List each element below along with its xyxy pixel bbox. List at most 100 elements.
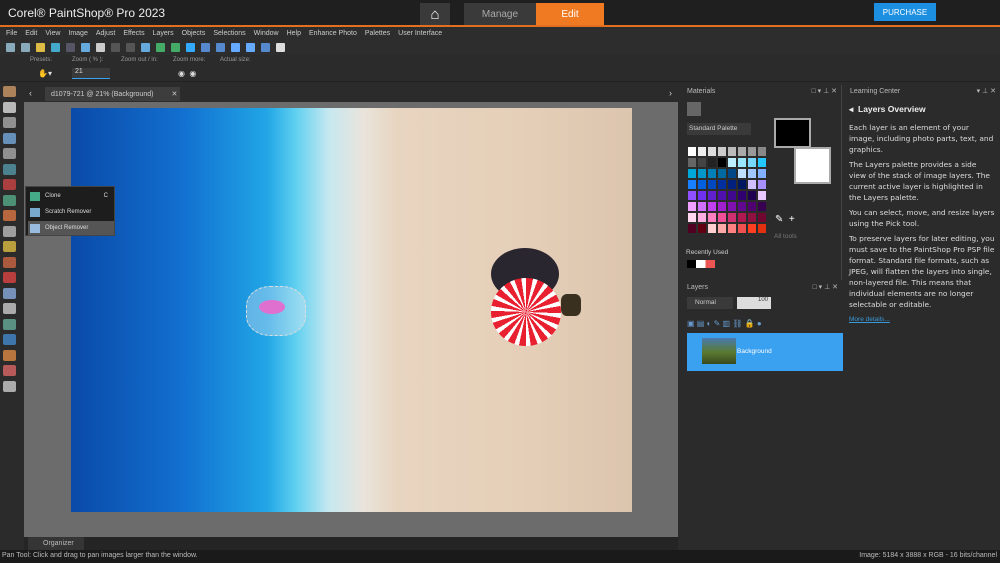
toolbar-button[interactable] — [201, 42, 210, 52]
tool-button[interactable] — [3, 380, 16, 392]
color-swatch[interactable] — [707, 179, 717, 190]
zoom-input[interactable]: 21 — [72, 68, 110, 79]
menu-item[interactable]: Help — [287, 30, 301, 37]
tool-button[interactable] — [3, 194, 16, 206]
tool-button[interactable] — [3, 132, 16, 144]
toolbar-button[interactable] — [261, 42, 270, 52]
color-swatch[interactable] — [687, 179, 697, 190]
color-swatch[interactable] — [737, 223, 747, 234]
home-button[interactable]: ⌂ — [420, 3, 450, 25]
color-swatch[interactable] — [757, 179, 767, 190]
color-swatch[interactable] — [757, 201, 767, 212]
color-swatch[interactable] — [727, 157, 737, 168]
color-swatch[interactable] — [737, 212, 747, 223]
foreground-color[interactable] — [774, 118, 811, 148]
color-swatch[interactable] — [747, 201, 757, 212]
color-swatch[interactable] — [757, 223, 767, 234]
color-swatch[interactable] — [727, 190, 737, 201]
color-swatch[interactable] — [697, 146, 707, 157]
color-swatch[interactable] — [717, 168, 727, 179]
color-swatch[interactable] — [697, 179, 707, 190]
color-swatch[interactable] — [717, 179, 727, 190]
color-swatch[interactable] — [717, 190, 727, 201]
tool-button[interactable] — [3, 256, 16, 268]
color-swatch[interactable] — [707, 201, 717, 212]
toolbar-button[interactable] — [216, 42, 225, 52]
color-swatch[interactable] — [707, 168, 717, 179]
palette-controls[interactable]: ▾ ⊥ ✕ — [977, 87, 996, 95]
tool-button[interactable] — [3, 303, 16, 314]
back-icon[interactable]: ◂ — [849, 104, 858, 114]
color-swatch[interactable] — [707, 223, 717, 234]
color-swatch[interactable] — [747, 168, 757, 179]
tool-button[interactable] — [3, 86, 16, 97]
color-swatch[interactable] — [687, 201, 697, 212]
toolbar-button[interactable] — [231, 42, 240, 52]
color-swatch[interactable] — [757, 190, 767, 201]
color-swatch[interactable] — [697, 201, 707, 212]
swatches-tab-icon[interactable] — [687, 102, 701, 116]
color-swatch[interactable] — [727, 179, 737, 190]
tab-edit[interactable]: Edit — [536, 3, 604, 25]
menu-item[interactable]: Selections — [213, 30, 245, 37]
menu-item[interactable]: User Interface — [398, 30, 442, 37]
toolbar-button[interactable] — [156, 42, 165, 52]
color-swatch[interactable] — [697, 168, 707, 179]
toolbar-button[interactable] — [276, 42, 285, 52]
tool-button[interactable] — [3, 148, 16, 159]
toolbar-button[interactable] — [81, 42, 90, 52]
flyout-item-object-remover[interactable]: Object Remover — [28, 221, 114, 235]
color-swatch[interactable] — [687, 190, 697, 201]
flyout-item-scratch-remover[interactable]: Scratch Remover — [28, 205, 114, 219]
beach-photo[interactable] — [71, 108, 632, 512]
color-swatch[interactable] — [757, 212, 767, 223]
palette-controls[interactable]: □ ▾ ⊥ ✕ — [812, 283, 838, 291]
color-swatch[interactable] — [707, 146, 717, 157]
color-swatch[interactable] — [717, 157, 727, 168]
color-swatch[interactable] — [687, 146, 697, 157]
blend-mode-select[interactable]: Normal — [687, 297, 733, 309]
color-swatch[interactable] — [717, 146, 727, 157]
tool-button[interactable] — [3, 272, 16, 283]
recent-colors[interactable] — [687, 260, 715, 268]
toolbar-button[interactable] — [36, 42, 45, 52]
toolbar-button[interactable] — [126, 42, 135, 52]
color-swatch[interactable] — [727, 212, 737, 223]
color-swatch[interactable] — [707, 212, 717, 223]
color-swatch[interactable] — [757, 146, 767, 157]
layer-tools-icons[interactable]: ▣ ▤ ◐ ✎ ▥ ⛓ 🔒 ● — [687, 319, 762, 328]
menu-item[interactable]: Palettes — [365, 30, 390, 37]
menu-item[interactable]: Adjust — [96, 30, 115, 37]
menu-item[interactable]: Objects — [182, 30, 206, 37]
toolbar-button[interactable] — [66, 42, 75, 52]
menu-item[interactable]: Edit — [25, 30, 37, 37]
color-swatch[interactable] — [687, 157, 697, 168]
color-swatch[interactable] — [747, 190, 757, 201]
color-swatch[interactable] — [727, 168, 737, 179]
background-color[interactable] — [794, 147, 831, 184]
color-swatch[interactable] — [737, 168, 747, 179]
flyout-item-clone[interactable]: Clone C — [28, 189, 114, 203]
color-swatches[interactable] — [687, 146, 767, 234]
color-swatch[interactable] — [737, 190, 747, 201]
color-swatch[interactable] — [697, 190, 707, 201]
palette-select[interactable]: Standard Palette — [687, 123, 751, 135]
menu-item[interactable]: Effects — [123, 30, 144, 37]
tool-button[interactable] — [3, 365, 16, 376]
palette-controls[interactable]: □ ▾ ⊥ ✕ — [811, 87, 837, 95]
toolbar-button[interactable] — [186, 42, 195, 52]
color-swatch[interactable] — [747, 146, 757, 157]
menu-item[interactable]: Window — [254, 30, 279, 37]
toolbar-button[interactable] — [96, 42, 105, 52]
color-swatch[interactable] — [697, 212, 707, 223]
color-swatch[interactable] — [727, 223, 737, 234]
color-swatch[interactable] — [747, 223, 757, 234]
tool-button[interactable] — [3, 179, 16, 190]
color-swatch[interactable] — [747, 212, 757, 223]
tool-button[interactable] — [3, 101, 16, 113]
color-swatch[interactable] — [717, 201, 727, 212]
color-swatch[interactable] — [717, 223, 727, 234]
tool-button[interactable] — [3, 349, 16, 361]
color-swatch[interactable] — [747, 157, 757, 168]
menu-item[interactable]: Enhance Photo — [309, 30, 357, 37]
